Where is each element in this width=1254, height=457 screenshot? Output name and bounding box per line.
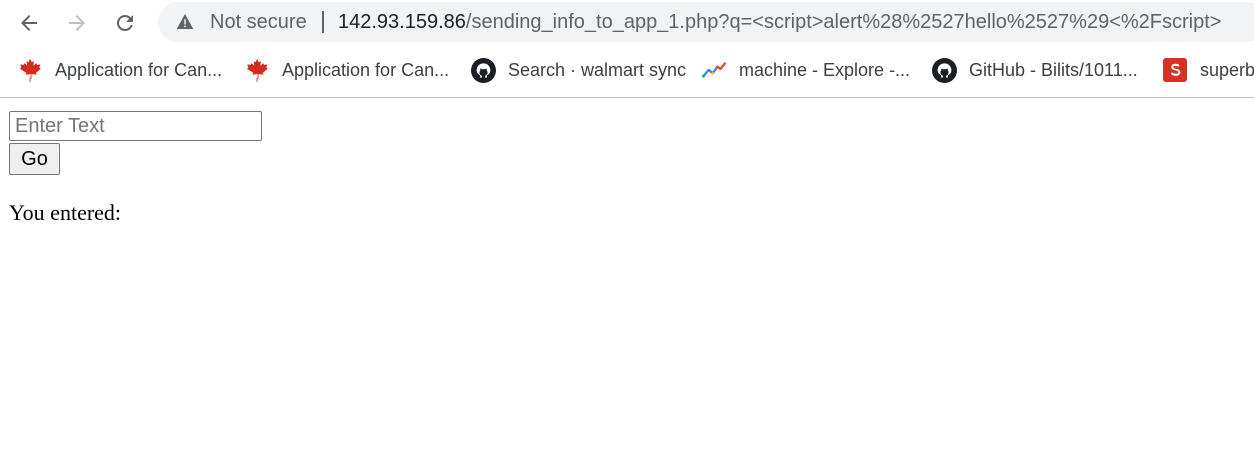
bookmark-label: Search · walmart sync	[508, 59, 687, 80]
address-bar[interactable]: Not secure 142.93.159.86/sending_info_to…	[158, 2, 1254, 42]
reload-icon	[117, 14, 133, 31]
bookmark-application-for-canada-2[interactable]: Application for Can...	[244, 57, 449, 83]
bookmarks-bar: Application for Can... Application for C…	[0, 46, 1254, 98]
warning-triangle-icon	[176, 14, 194, 29]
url-host: 142.93.159.86	[338, 11, 466, 33]
url-path: /sending_info_to_app_1.php?q=<script>ale…	[465, 11, 1222, 33]
you-entered-label: You entered:	[9, 200, 122, 225]
go-button[interactable]: Go	[9, 143, 60, 175]
back-button[interactable]	[12, 6, 46, 40]
bookmark-machine-explore[interactable]: machine - Explore -...	[701, 57, 910, 83]
reload-button[interactable]	[108, 6, 142, 40]
bookmark-search-walmart-sync[interactable]: Search · walmart sync	[470, 57, 686, 83]
url-text[interactable]: 142.93.159.86/sending_info_to_app_1.php?…	[338, 11, 1221, 34]
address-divider	[322, 11, 324, 33]
bookmark-application-for-canada-1[interactable]: Application for Can...	[17, 57, 222, 83]
trend-chart-icon	[701, 57, 727, 83]
github-icon	[931, 57, 957, 83]
bookmark-label: GitHub - Bilits/1011...	[969, 59, 1138, 80]
text-input[interactable]	[9, 111, 262, 141]
page-content: Go You entered:	[0, 98, 1254, 457]
browser-toolbar: Not secure 142.93.159.86/sending_info_to…	[0, 0, 1254, 46]
bookmark-label: machine - Explore -...	[739, 59, 911, 80]
maple-leaf-icon	[17, 57, 43, 83]
bookmark-label: superb	[1200, 59, 1254, 80]
back-arrow-icon	[21, 15, 37, 31]
bookmark-github-bilits[interactable]: GitHub - Bilits/1011...	[931, 57, 1138, 83]
security-status-label[interactable]: Not secure	[210, 11, 307, 34]
github-icon	[470, 57, 496, 83]
bookmark-label: Application for Can...	[55, 59, 223, 80]
forward-button[interactable]	[60, 6, 94, 40]
superb-s-icon	[1162, 57, 1188, 83]
bookmark-superb[interactable]: superb	[1162, 57, 1254, 83]
bookmark-label: Application for Can...	[282, 59, 450, 80]
maple-leaf-icon	[244, 57, 270, 83]
forward-arrow-icon	[69, 15, 85, 31]
